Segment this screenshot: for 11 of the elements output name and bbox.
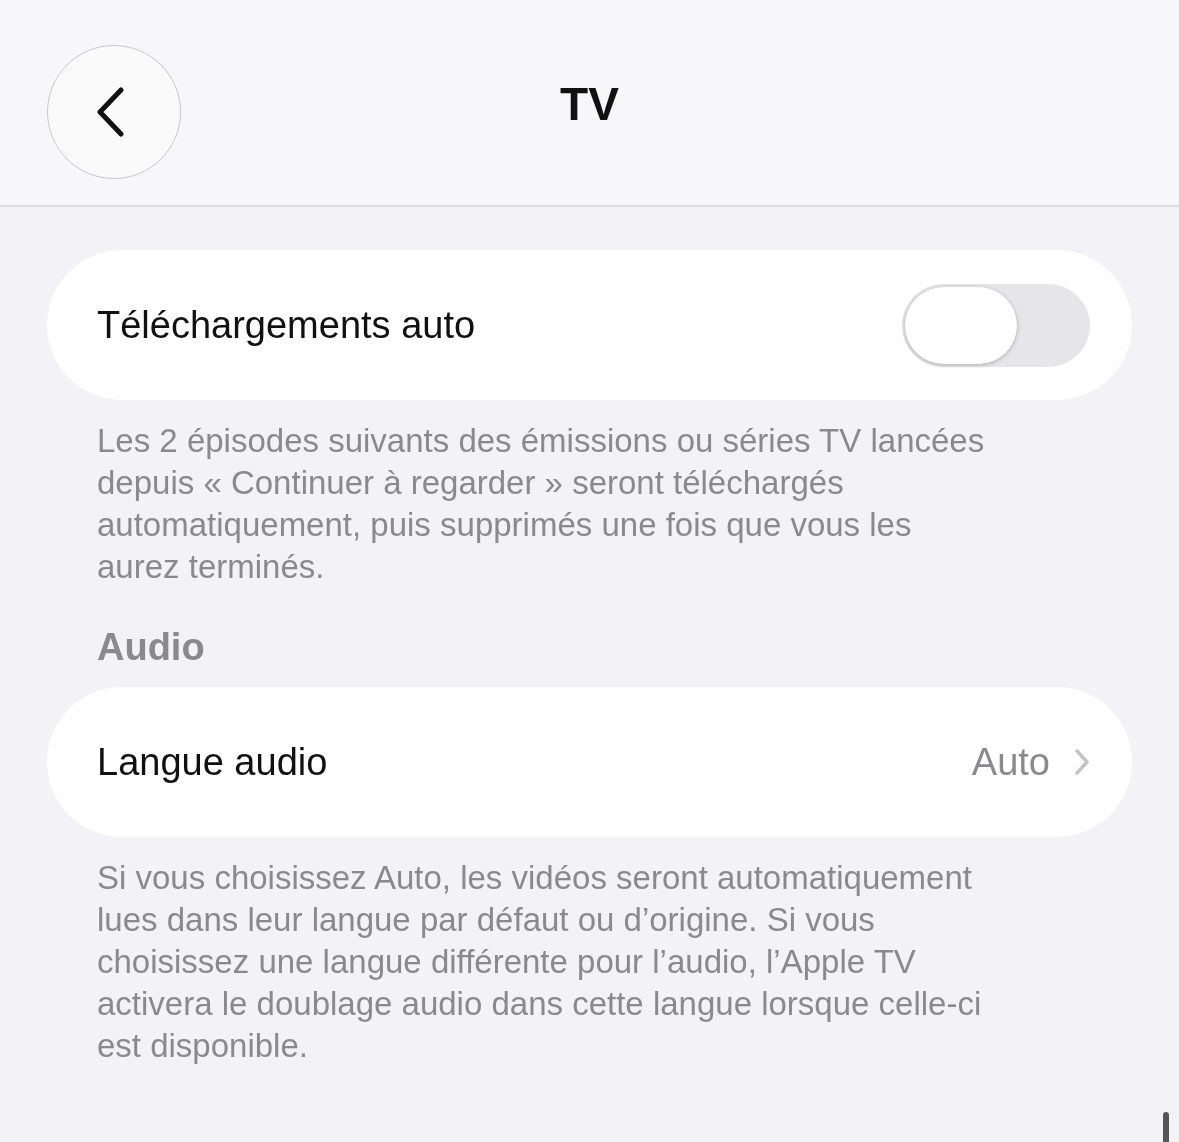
settings-row[interactable]: Langue audio Auto	[47, 687, 1132, 837]
section-header: Audio	[96, 626, 206, 669]
row-label: Téléchargements auto	[97, 303, 477, 347]
row-label: Langue audio	[97, 740, 329, 784]
section-footer: Les 2 épisodes suivants des émissions ou séries TV lancées depuis « Continuer à regarder » seront téléchargés automatiquement, puis supprimés une fois que vous les aurez terminés.	[47, 420, 1132, 588]
scroll-indicator	[1163, 1112, 1169, 1142]
section-footer: Si vous choisissez Auto, les vidéos seront automatiquement lues dans leur langue par défaut ou d’origine. Si vous choisissez une langue différente pour l’audio, l’Apple TV activera le doublage audio dans cette langue lorsque celle-ci est disponible.	[47, 857, 1132, 1067]
page-title: TV	[560, 76, 619, 131]
chevron-right-icon	[1074, 748, 1090, 776]
row-value: Auto	[971, 740, 1050, 784]
chevron-left-icon	[95, 87, 125, 137]
